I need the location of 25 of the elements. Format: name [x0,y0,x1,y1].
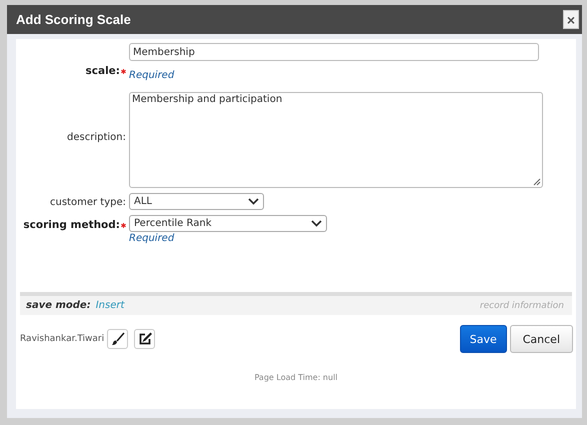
user-name: Ravishankar.Tiwari [20,334,104,344]
edit-button[interactable] [134,329,156,349]
dropdown[interactable]: Percentile Rank [129,215,327,232]
save-mode-label: save mode: [26,300,91,311]
save-button[interactable]: Save [460,325,507,353]
required-note: Required [129,233,174,244]
resize-grip-icon[interactable] [533,178,541,186]
brush-button[interactable] [107,329,128,349]
text-area[interactable]: Membership and participation [129,92,543,188]
field-label: customer type: [50,197,126,208]
save-mode-value: Insert [96,300,124,311]
required-note: Required [129,70,174,81]
field-label: scoring method: [23,219,120,231]
brush-icon [110,332,125,346]
cancel-button[interactable]: Cancel [510,325,573,353]
page-load-time: Page Load Time: null [253,373,339,382]
window-title: Add Scoring Scale [16,12,131,27]
chevron-down-icon [311,220,322,227]
edit-icon [138,332,152,346]
field-label: description: [67,132,126,142]
chevron-down-icon [248,198,259,205]
close-button[interactable]: × [563,10,579,29]
text-field[interactable]: Membership [129,43,539,61]
field-label: scale: [86,65,120,77]
dropdown[interactable]: ALL [129,193,264,210]
